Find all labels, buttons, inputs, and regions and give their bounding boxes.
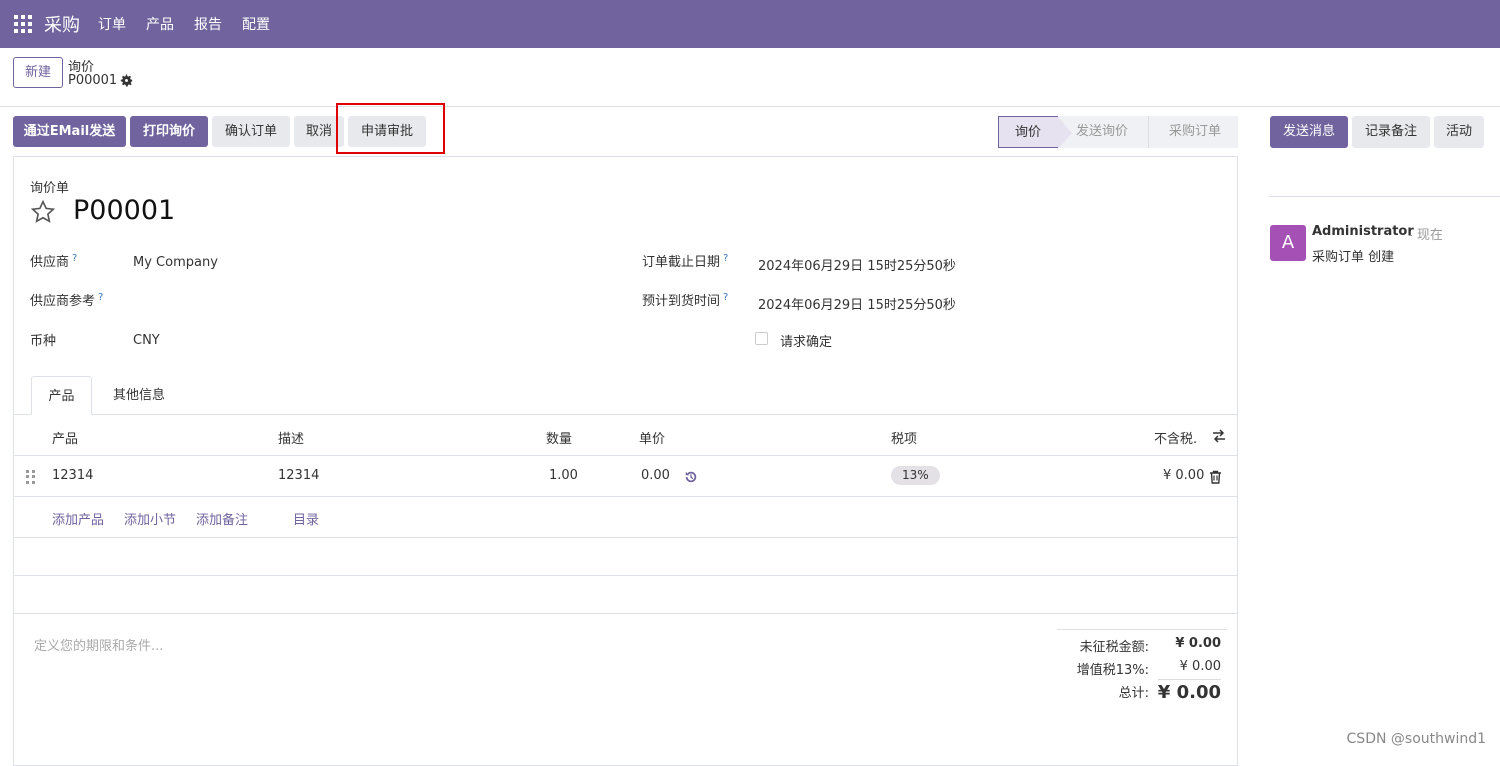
row-product[interactable]: 12314: [52, 468, 93, 483]
top-navbar: 采购 订单 产品 报告 配置: [0, 0, 1500, 48]
avatar[interactable]: A: [1270, 225, 1306, 261]
gear-icon[interactable]: [120, 74, 133, 87]
activity-button[interactable]: 活动: [1434, 116, 1484, 148]
empty-row: [14, 576, 1237, 614]
vat-line: 增值税13%: ¥ 0.00: [1057, 653, 1227, 678]
order-lines-header: 产品 描述 数量 单价 税项 不含税.: [14, 416, 1237, 456]
message-body: 采购订单 创建: [1312, 250, 1395, 265]
column-subtotal[interactable]: 不含税.: [1154, 428, 1197, 447]
menu-item-orders[interactable]: 订单: [98, 14, 126, 34]
column-description[interactable]: 描述: [278, 428, 304, 447]
add-line-row: 添加产品 添加小节 添加备注 目录: [14, 498, 1237, 538]
breadcrumb-current: P00001: [68, 73, 118, 88]
ask-confirmation-label: 请求确定: [780, 335, 833, 350]
send-by-email-button[interactable]: 通过EMail发送: [13, 116, 126, 147]
table-row[interactable]: 12314 12314 1.00 0.00 13% ¥ 0.00: [14, 457, 1237, 497]
control-panel: 新建 询价 P00001: [0, 48, 1500, 107]
column-taxes[interactable]: 税项: [891, 428, 917, 447]
help-icon[interactable]: ?: [72, 253, 77, 264]
order-deadline-label: 订单截止日期?: [642, 252, 729, 270]
stage-rfq-label: 询价: [1015, 125, 1042, 140]
catalog-link[interactable]: 目录: [293, 509, 319, 528]
print-rfq-button[interactable]: 打印询价: [130, 116, 208, 147]
trash-icon[interactable]: [1209, 470, 1222, 484]
send-message-button[interactable]: 发送消息: [1270, 116, 1348, 148]
tab-products[interactable]: 产品: [31, 376, 92, 415]
stage-rfq-sent-label: 发送询价: [1076, 124, 1129, 139]
total-line: 总计: ¥ 0.00: [1057, 676, 1227, 706]
document-type-label: 询价单: [30, 181, 70, 196]
apps-menu-icon[interactable]: [14, 15, 32, 33]
new-button[interactable]: 新建: [13, 57, 63, 88]
message-author[interactable]: Administrator: [1312, 224, 1414, 239]
currency-field[interactable]: CNY: [133, 333, 160, 348]
menu-item-products[interactable]: 产品: [146, 14, 174, 34]
tab-other-info[interactable]: 其他信息: [108, 376, 170, 415]
form-sheet: 询价单 P00001 供应商? My Company 供应商参考? 币种 CNY…: [13, 156, 1238, 766]
stage-purchase-order[interactable]: 采购订单: [1148, 116, 1238, 148]
optional-columns-icon[interactable]: [1211, 428, 1227, 444]
add-section-link[interactable]: 添加小节: [124, 509, 176, 528]
vendor-reference-label: 供应商参考?: [30, 291, 104, 309]
star-icon[interactable]: [30, 199, 56, 225]
menu-item-reporting[interactable]: 报告: [194, 14, 222, 34]
highlight-annotation-box: [336, 103, 445, 154]
help-icon[interactable]: ?: [723, 292, 728, 303]
column-unit-price[interactable]: 单价: [639, 428, 665, 447]
status-bar: 询价 发送询价 采购订单: [998, 116, 1238, 149]
row-subtotal: ¥ 0.00: [1163, 468, 1205, 483]
column-product[interactable]: 产品: [52, 428, 78, 447]
vat-value: ¥ 0.00: [1179, 659, 1221, 674]
add-product-link[interactable]: 添加产品: [52, 509, 104, 528]
total-label: 总计:: [1118, 686, 1149, 701]
total-value: ¥ 0.00: [1157, 679, 1221, 703]
chatter-divider: [1269, 196, 1500, 197]
order-deadline-field[interactable]: 2024年06月29日 15时25分50秒: [758, 255, 956, 274]
expected-arrival-label: 预计到货时间?: [642, 291, 729, 309]
add-note-link[interactable]: 添加备注: [196, 509, 248, 528]
document-title: P00001: [73, 195, 176, 226]
terms-and-conditions-field[interactable]: 定义您的期限和条件...: [34, 635, 163, 654]
stage-purchase-order-label: 采购订单: [1169, 124, 1222, 139]
row-unit-price[interactable]: 0.00: [641, 468, 670, 483]
watermark: CSDN @southwind1: [1346, 731, 1486, 747]
currency-label: 币种: [30, 334, 57, 349]
help-icon[interactable]: ?: [98, 292, 103, 303]
vendor-field[interactable]: My Company: [133, 255, 218, 270]
stage-arrow: [1058, 117, 1072, 149]
untaxed-amount-line: 未征税金额: ¥ 0.00: [1057, 630, 1227, 655]
expected-arrival-field[interactable]: 2024年06月29日 15时25分50秒: [758, 294, 956, 313]
ask-confirmation-checkbox[interactable]: [755, 332, 768, 345]
log-note-button[interactable]: 记录备注: [1352, 116, 1430, 148]
tax-badge[interactable]: 13%: [891, 466, 940, 485]
totals-summary: 未征税金额: ¥ 0.00 增值税13%: ¥ 0.00 总计: ¥ 0.00: [1057, 629, 1227, 706]
empty-row: [14, 538, 1237, 576]
stage-rfq[interactable]: 询价: [998, 116, 1072, 149]
row-description[interactable]: 12314: [278, 468, 319, 483]
menu-item-configuration[interactable]: 配置: [242, 14, 270, 34]
help-icon[interactable]: ?: [723, 253, 728, 264]
app-name[interactable]: 采购: [44, 11, 80, 37]
confirm-order-button[interactable]: 确认订单: [212, 116, 290, 147]
untaxed-amount-value: ¥ 0.00: [1175, 636, 1221, 651]
message-time: - 现在: [1408, 228, 1443, 243]
reset-price-icon[interactable]: [684, 470, 698, 484]
column-quantity[interactable]: 数量: [546, 428, 572, 447]
row-quantity[interactable]: 1.00: [549, 468, 578, 483]
drag-handle-icon[interactable]: [26, 470, 36, 484]
form-tabs: 产品 其他信息: [14, 376, 1237, 415]
vendor-label: 供应商?: [30, 252, 78, 270]
